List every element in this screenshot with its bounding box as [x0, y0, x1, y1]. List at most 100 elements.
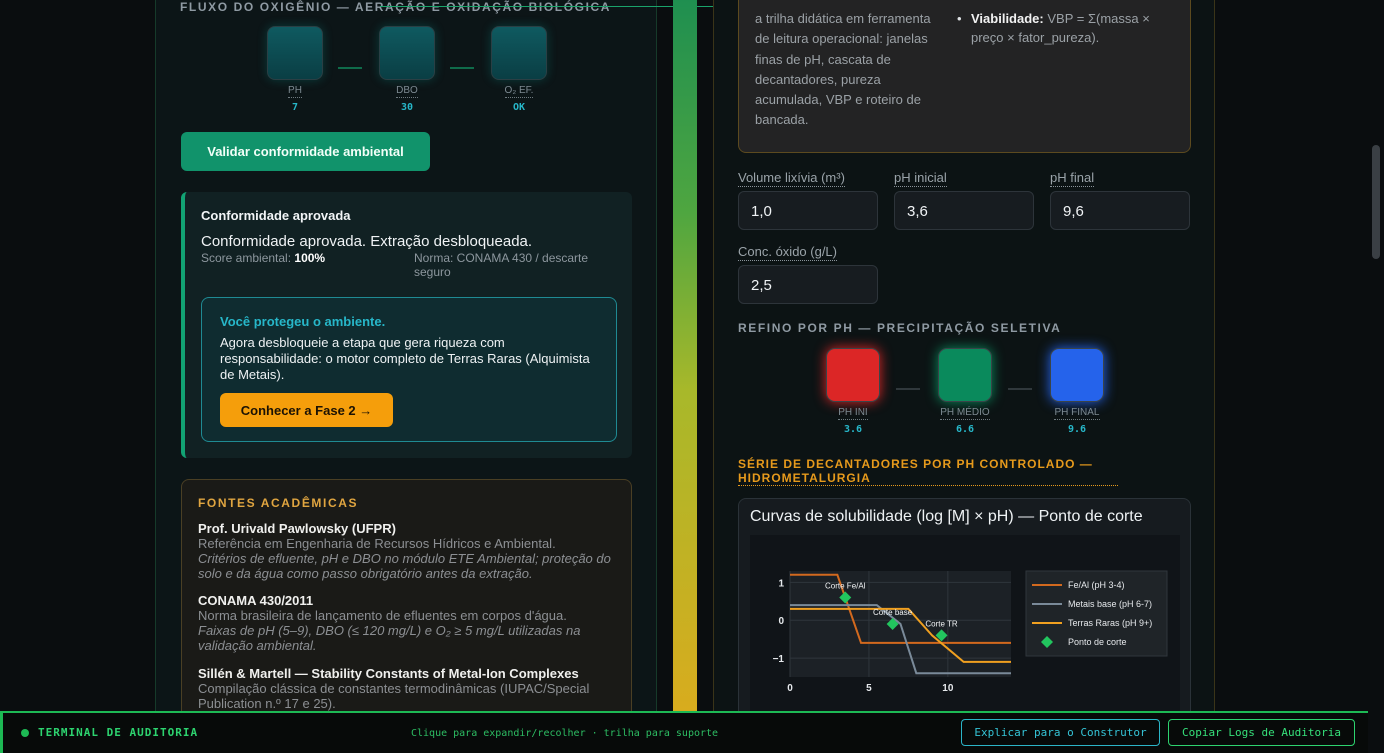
gauge-label: O₂ EF. — [504, 85, 534, 98]
source-name: CONAMA 430/2011 — [198, 593, 314, 608]
score-label: Score ambiental: — [201, 251, 292, 265]
gauge-value: OK — [512, 102, 526, 113]
status-dot-icon — [21, 729, 29, 737]
bullet-label: Viabilidade: — [971, 11, 1044, 26]
oxide-conc-field: Conc. óxido (g/L) 2,5 — [738, 243, 878, 304]
source-note: Critérios de efluente, pH e DBO no módul… — [198, 551, 611, 581]
gauge-ph: PH 7 — [267, 26, 323, 113]
terminal-title: TERMINAL DE AUDITORIA — [38, 726, 199, 739]
x-tick-label: 0 — [787, 683, 793, 694]
solubility-chart-card: Curvas de solubilidade (log [M] × pH) — … — [738, 498, 1191, 728]
terminal-hint: Clique para expandir/recolher · trilha p… — [411, 728, 719, 739]
source-desc: Norma brasileira de lançamento de efluen… — [198, 608, 567, 623]
info-card: a trilha didática em ferramenta de leitu… — [738, 0, 1191, 153]
field-label: Conc. óxido (g/L) — [738, 244, 837, 261]
scrollbar-thumb[interactable] — [1372, 145, 1380, 259]
bullet-dot: • — [957, 11, 962, 26]
volume-input[interactable]: 1,0 — [738, 191, 878, 230]
explain-button[interactable]: Explicar para o Construtor — [961, 719, 1160, 746]
x-tick-label: 5 — [866, 683, 872, 694]
field-label: pH inicial — [894, 170, 947, 187]
protect-callout: Você protegeu o ambiente. Agora desbloqu… — [201, 297, 617, 442]
sources-title: FONTES ACADÊMICAS — [198, 496, 359, 510]
protect-text: Agora desbloqueie a etapa que gera rique… — [220, 335, 590, 382]
source-item: Sillén & Martell — Stability Constants o… — [198, 666, 618, 711]
gauge-connector — [338, 67, 362, 69]
ph-gauge-final: PH FINAL 9.6 — [1050, 348, 1104, 435]
info-bullet: • Viabilidade: VBP = Σ(massa × preço × f… — [957, 9, 1171, 47]
decanter-series-title: SÉRIE DE DECANTADORES POR PH CONTROLADO … — [738, 457, 1118, 486]
score-value: 100% — [294, 251, 326, 265]
source-desc: Referência em Engenharia de Recursos Híd… — [198, 536, 556, 551]
scrollbar-track[interactable] — [1368, 0, 1384, 753]
gauge-tile — [267, 26, 323, 80]
ph-label: PH MÉDIO — [940, 407, 990, 420]
legend-label: Metais base (pH 6-7) — [1068, 599, 1152, 609]
ph-value: 9.6 — [1067, 424, 1087, 435]
legend-label: Terras Raras (pH 9+) — [1068, 618, 1152, 628]
ph-label: PH FINAL — [1054, 407, 1100, 420]
ph-connector — [1008, 388, 1032, 390]
gauge-label: DBO — [396, 85, 418, 98]
oxide-conc-input[interactable]: 2,5 — [738, 265, 878, 304]
y-tick-label: −1 — [773, 654, 785, 665]
gauge-value: 30 — [400, 102, 414, 113]
ph-gauge-medium: PH MÉDIO 6.6 — [938, 348, 992, 435]
gauge-value: 7 — [291, 102, 299, 113]
ph-label: PH INI — [838, 407, 868, 420]
ph-value: 3.6 — [843, 424, 863, 435]
gauge-dbo: DBO 30 — [379, 26, 435, 113]
ph-initial-field: pH inicial 3,6 — [894, 169, 1034, 230]
cut-point-label: Corte base — [873, 608, 913, 617]
legend-label: Fe/Al (pH 3-4) — [1068, 580, 1125, 590]
cut-point-label: Corte Fe/Al — [825, 582, 866, 591]
source-item: CONAMA 430/2011 Norma brasileira de lanç… — [198, 593, 618, 653]
gauge-tile — [379, 26, 435, 80]
compliance-message: Conformidade aprovada. Extração desbloqu… — [201, 233, 533, 250]
chart-title: Curvas de solubilidade (log [M] × pH) — … — [750, 508, 1143, 525]
ph-connector — [896, 388, 920, 390]
source-name: Sillén & Martell — Stability Constants o… — [198, 666, 579, 681]
progress-gradient-bar — [673, 0, 697, 711]
volume-field: Volume lixívia (m³) 1,0 — [738, 169, 878, 230]
gauge-o2: O₂ EF. OK — [491, 26, 547, 113]
environmental-score: Score ambiental: 100% — [201, 251, 325, 265]
rare-earth-panel: a trilha didática em ferramenta de leitu… — [713, 0, 1215, 753]
ph-tile — [938, 348, 992, 402]
field-label: pH final — [1050, 170, 1095, 187]
x-tick-label: 10 — [942, 683, 954, 694]
ph-final-field: pH final 9,6 — [1050, 169, 1190, 230]
legend-label: Ponto de corte — [1068, 637, 1127, 647]
y-tick-label: 1 — [778, 578, 784, 589]
ph-value: 6.6 — [955, 424, 975, 435]
gauge-connector — [450, 67, 474, 69]
phase-2-button[interactable]: Conhecer a Fase 2 → — [220, 393, 393, 427]
ph-tile — [826, 348, 880, 402]
source-name: Prof. Urivald Pawlowsky (UFPR) — [198, 521, 396, 536]
oxygen-flow-title: FLUXO DO OXIGÊNIO — AERAÇÃO E OXIDAÇÃO B… — [180, 0, 612, 14]
ph-gauge-initial: PH INI 3.6 — [826, 348, 880, 435]
ph-refine-title: REFINO POR PH — PRECIPITAÇÃO SELETIVA — [738, 321, 1062, 335]
page: FLUXO DO OXIGÊNIO — AERAÇÃO E OXIDAÇÃO B… — [0, 0, 1384, 753]
compliance-card: Conformidade aprovada Conformidade aprov… — [181, 192, 632, 458]
ph-tile — [1050, 348, 1104, 402]
gauge-label: PH — [288, 85, 302, 98]
source-item: Prof. Urivald Pawlowsky (UFPR) Referênci… — [198, 521, 618, 581]
ph-final-input[interactable]: 9,6 — [1050, 191, 1190, 230]
protect-title: Você protegeu o ambiente. — [220, 314, 386, 329]
validate-compliance-button[interactable]: Validar conformidade ambiental — [181, 132, 430, 171]
copy-logs-button[interactable]: Copiar Logs de Auditoria — [1168, 719, 1355, 746]
compliance-heading: Conformidade aprovada — [201, 208, 351, 223]
ph-initial-input[interactable]: 3,6 — [894, 191, 1034, 230]
academic-sources-card: FONTES ACADÊMICAS Prof. Urivald Pawlowsk… — [181, 479, 632, 719]
info-text: a trilha didática em ferramenta de leitu… — [755, 11, 931, 128]
source-note: Faixas de pH (5–9), DBO (≤ 120 mg/L) e O… — [198, 623, 581, 653]
source-desc: Compilação clássica de constantes termod… — [198, 681, 590, 711]
environment-panel: FLUXO DO OXIGÊNIO — AERAÇÃO E OXIDAÇÃO B… — [155, 0, 657, 753]
norm-text: Norma: CONAMA 430 / descarte seguro — [414, 251, 589, 279]
audit-terminal-bar[interactable]: TERMINAL DE AUDITORIA Clique para expand… — [0, 711, 1368, 753]
solubility-chart: 0 5 1010−1Corte Fe/AlCorte baseCorte TRFe/… — [750, 535, 1180, 727]
y-tick-label: 0 — [778, 616, 784, 627]
field-label: Volume lixívia (m³) — [738, 170, 845, 187]
gauge-tile — [491, 26, 547, 80]
